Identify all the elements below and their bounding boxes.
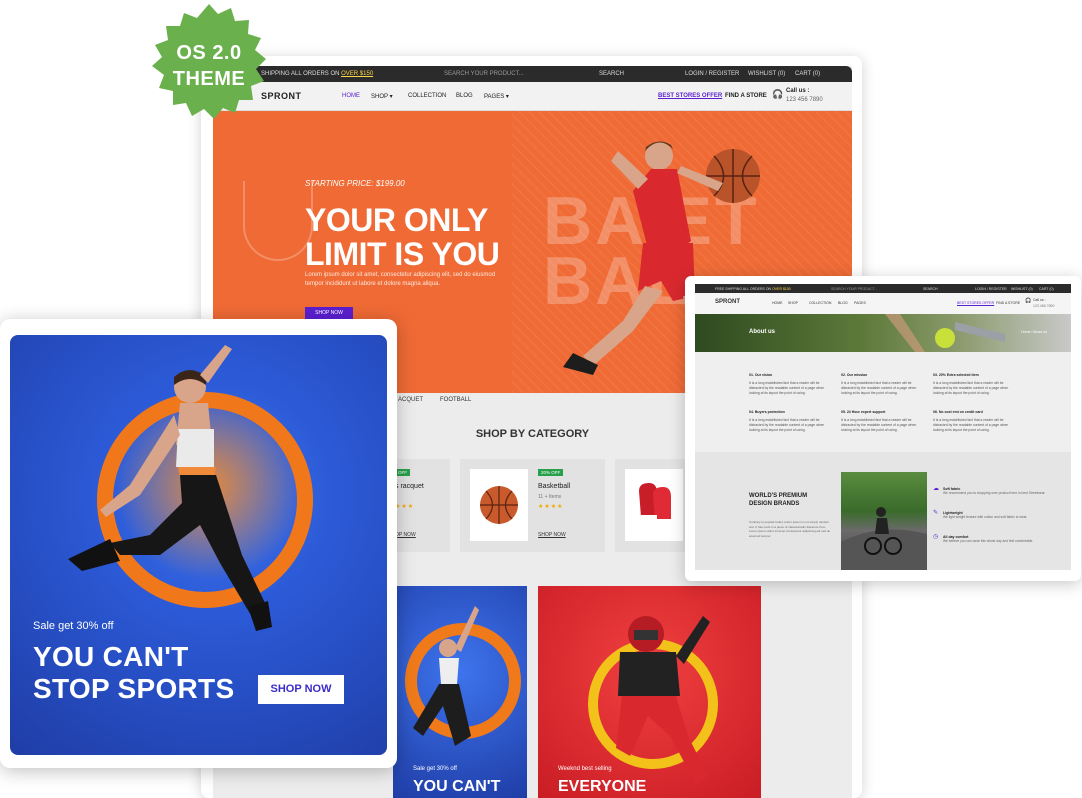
- promo-subtitle: Weeknd best selling: [558, 766, 612, 772]
- nav-item-shop[interactable]: SHOP ▾: [371, 93, 393, 100]
- cloud-icon: ☁: [933, 486, 939, 492]
- category-shop-now-link[interactable]: SHOP NOW: [538, 532, 566, 538]
- sports-promo-card[interactable]: Sale get 30% off YOU CAN'T STOP SPORTS SH…: [0, 319, 397, 768]
- announcement-bar: FREE SHIPPING ALL ORDERS ON OVER $150 SE…: [695, 284, 1071, 293]
- rating-stars: ★★★: [395, 504, 415, 510]
- category-image-boxing: [625, 469, 683, 541]
- call-label: Call us :: [1033, 298, 1046, 302]
- info-block: 04. Buyers protection It is a long establ…: [749, 410, 825, 432]
- feature-item: ✎ Lightweight We light weight feature with…: [933, 510, 1028, 520]
- category-item-count: 11 + Items: [538, 494, 562, 500]
- wishlist-link[interactable]: WISHLIST (0): [1011, 287, 1033, 291]
- info-block: 02. Our mission It is a long established …: [841, 373, 917, 395]
- nav-item-blog[interactable]: BLOG: [456, 93, 473, 99]
- badge-text: OS 2.0 THEME: [172, 42, 246, 90]
- nav-item-shop[interactable]: SHOP: [788, 301, 798, 305]
- category-card-basketball[interactable]: 20% OFF Basketball 11 + Items ★★★★ SHOP …: [460, 459, 605, 552]
- main-navigation: SPRONT HOME SHOP COLLECTION BLOG PAGES B…: [695, 293, 1071, 314]
- nav-item-pages[interactable]: PAGES ▾: [484, 93, 509, 100]
- discount-badge: 20% OFF: [538, 469, 564, 476]
- category-name: Basketball: [538, 483, 571, 490]
- chevron-down-icon: ▾: [389, 94, 393, 100]
- promo-title: EVERYONE: [558, 778, 647, 795]
- shipping-threshold-link[interactable]: OVER $150: [772, 287, 791, 291]
- tennis-banner-image: [885, 314, 1005, 352]
- chevron-down-icon: ▾: [505, 94, 509, 100]
- cart-link[interactable]: CART (0): [1039, 287, 1054, 291]
- breadcrumb: Home / About us: [1021, 330, 1047, 334]
- search-input[interactable]: SEARCH YOUR PRODUCT...: [444, 71, 524, 77]
- discount-badge: OFF: [395, 469, 410, 476]
- call-label: Call us :: [786, 88, 810, 94]
- promo-card-football[interactable]: Weeknd best selling EVERYONE: [538, 586, 761, 798]
- find-store-link[interactable]: FIND A STORE: [996, 301, 1020, 305]
- info-block: 06. No cost emi on credit card It is a lo…: [933, 410, 1009, 432]
- nav-item-blog[interactable]: BLOG: [838, 301, 848, 305]
- headphones-icon: 🎧: [772, 89, 784, 99]
- about-us-banner: About us Home / About us: [695, 314, 1071, 352]
- hero-price: STARTING PRICE: $199.00: [305, 179, 405, 188]
- category-name: s racquet: [395, 483, 424, 490]
- info-block: 03. 20% Extra selected item It is a long …: [933, 373, 1009, 395]
- os2-theme-badge: OS 2.0 THEME: [146, 2, 272, 126]
- about-us-title: About us: [749, 329, 775, 335]
- main-navigation: SPRONT HOME SHOP ▾ COLLECTION BLOG PAGES…: [213, 82, 852, 111]
- boxing-gloves-icon: [639, 483, 671, 527]
- feature-item: ◷ All day comfort We believe you can wear …: [933, 534, 1034, 544]
- call-number[interactable]: 123 456 7890: [1033, 304, 1054, 308]
- headphones-icon: 🎧: [1025, 298, 1032, 304]
- promo-headline: YOU CAN'T STOP SPORTS: [33, 641, 235, 704]
- login-register-link[interactable]: LOGIN / REGISTER: [685, 71, 739, 77]
- basketball-hoop-graphic: [243, 181, 313, 261]
- call-number[interactable]: 123 456 7890: [786, 97, 823, 103]
- shipping-threshold-link[interactable]: OVER $150: [341, 71, 373, 77]
- basketball-icon: [480, 486, 518, 524]
- info-block: 05. 24 Hour expert support It is a long e…: [841, 410, 917, 432]
- category-image-basketball: [470, 469, 528, 541]
- wishlist-link[interactable]: WISHLIST (0): [748, 71, 785, 77]
- nav-item-collection[interactable]: COLLECTION: [809, 301, 831, 305]
- nav-item-home[interactable]: HOME: [342, 93, 360, 99]
- shipping-text: FREE SHIPPING ALL ORDERS ON OVER $150: [715, 287, 791, 291]
- promo-title: YOU CAN'T: [413, 778, 501, 795]
- feather-icon: ✎: [933, 510, 939, 516]
- login-register-link[interactable]: LOGIN / REGISTER: [975, 287, 1007, 291]
- cyclist-image: [841, 472, 927, 570]
- category-shop-now-link[interactable]: OP NOW: [395, 532, 416, 538]
- cyclist-graphic: [841, 507, 927, 570]
- feature-item: ☁ Soft fabric We recommend you to shopping…: [933, 486, 1046, 496]
- nav-item-home[interactable]: HOME: [772, 301, 783, 305]
- best-stores-offer-link[interactable]: BEST STORES OFFER: [957, 301, 994, 305]
- search-input[interactable]: SEARCH YOUR PRODUCT...: [831, 287, 877, 291]
- tab-racquet[interactable]: ACQUET: [398, 397, 423, 403]
- brands-paragraph: Contrary to popular belief, lorem ipsum …: [749, 520, 831, 538]
- cart-link[interactable]: CART (0): [795, 71, 820, 77]
- rating-stars: ★★★★: [538, 504, 564, 510]
- info-block: 01. Our vision It is a long established f…: [749, 373, 825, 395]
- promo-subtitle: Sale get 30% off: [413, 766, 457, 772]
- promo-card-sports[interactable]: Sale get 30% off YOU CAN'T: [393, 586, 527, 798]
- about-us-page-preview: FREE SHIPPING ALL ORDERS ON OVER $150 SE…: [685, 276, 1081, 581]
- shipping-text: SHIPPING ALL ORDERS ON OVER $150: [261, 71, 374, 77]
- clock-icon: ◷: [933, 534, 939, 540]
- search-button[interactable]: SEARCH: [599, 71, 624, 77]
- find-store-link[interactable]: FIND A STORE: [725, 93, 767, 99]
- sale-label: Sale get 30% off: [33, 620, 114, 632]
- search-button[interactable]: SEARCH: [923, 287, 938, 291]
- best-stores-offer-link[interactable]: BEST STORES OFFER: [658, 93, 722, 99]
- brands-heading: WORLD'S PREMIUM DESIGN BRANDS: [749, 493, 808, 507]
- nav-item-collection[interactable]: COLLECTION: [408, 93, 446, 99]
- about-page-frame: FREE SHIPPING ALL ORDERS ON OVER $150 SE…: [695, 284, 1071, 570]
- shop-now-button[interactable]: SHOP NOW: [258, 675, 344, 704]
- hero-shop-now-button[interactable]: SHOP NOW: [305, 307, 353, 319]
- tab-football[interactable]: FOOTBALL: [440, 397, 471, 403]
- announcement-bar: SHIPPING ALL ORDERS ON OVER $150 SEARCH …: [213, 66, 852, 82]
- site-logo[interactable]: SPRONT: [715, 299, 740, 305]
- nav-item-pages[interactable]: PAGES: [854, 301, 866, 305]
- premium-brands-section: WORLD'S PREMIUM DESIGN BRANDS Contrary t…: [695, 452, 1071, 570]
